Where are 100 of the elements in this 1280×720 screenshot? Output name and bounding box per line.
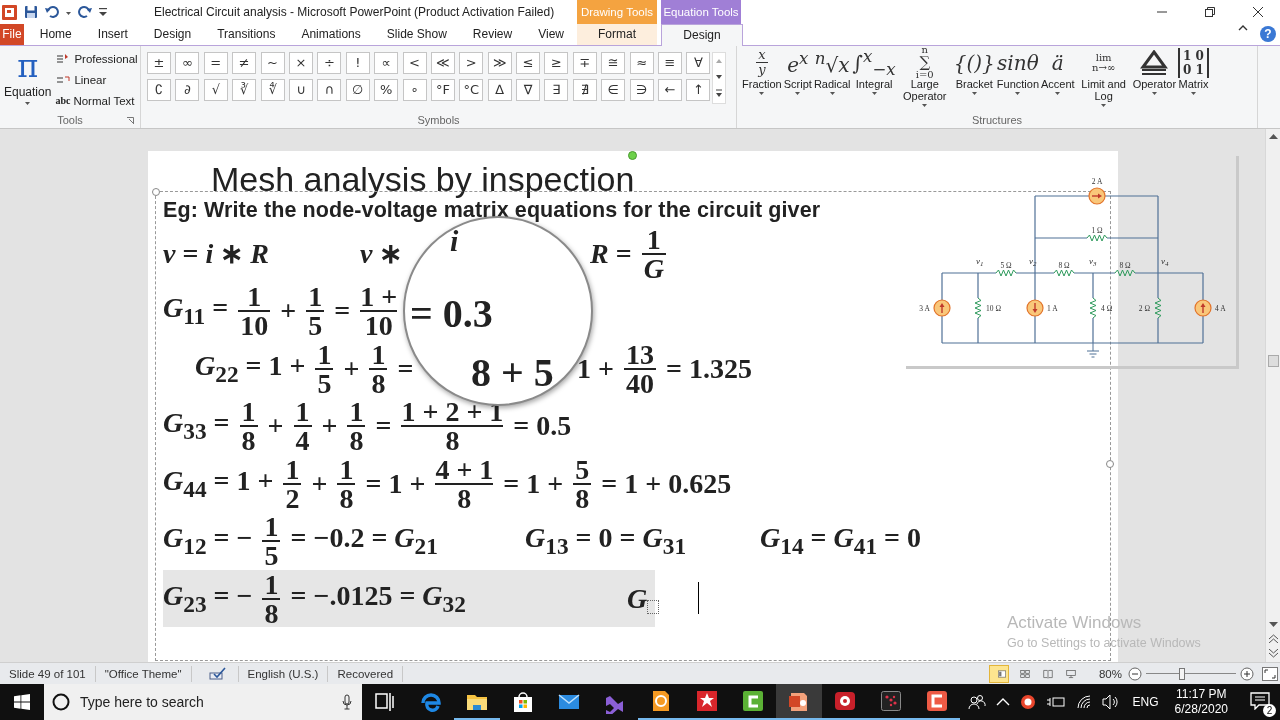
app-logo-icon[interactable] xyxy=(2,4,17,20)
structure-button[interactable]: Operator xyxy=(1131,47,1178,113)
wifi-icon[interactable] xyxy=(1075,695,1092,709)
battery-icon[interactable] xyxy=(1045,695,1066,709)
structure-button[interactable]: sinθ Function xyxy=(995,47,1040,113)
ribbon-tab[interactable]: File xyxy=(0,24,24,45)
ribbon-tab[interactable]: Slide Show xyxy=(373,24,460,45)
equation-format-option[interactable]: Linear xyxy=(55,69,138,90)
vertical-scrollbar[interactable] xyxy=(1265,128,1280,663)
resize-handle[interactable] xyxy=(152,187,160,196)
equation-button[interactable]: π Equation xyxy=(0,45,56,113)
close-icon[interactable] xyxy=(1252,6,1264,18)
zoom-in-icon[interactable] xyxy=(1240,666,1254,681)
zoom-level[interactable]: 80% xyxy=(1098,667,1122,680)
symbol-button[interactable]: ÷ xyxy=(317,51,342,74)
previous-slide-icon[interactable] xyxy=(1268,634,1278,644)
symbol-button[interactable]: ! xyxy=(345,51,370,74)
people-icon[interactable] xyxy=(967,694,986,710)
ribbon-tab[interactable]: Format xyxy=(577,24,657,45)
fit-to-window-icon[interactable] xyxy=(1262,666,1278,681)
symbol-button[interactable]: ∀ xyxy=(686,51,711,74)
search-bar[interactable]: Type here to search xyxy=(44,684,362,720)
customize-caret-icon[interactable] xyxy=(99,7,107,17)
clock-date[interactable]: 6/28/2020 xyxy=(1174,702,1228,717)
symbol-button[interactable]: ≥ xyxy=(544,51,569,74)
symbol-button[interactable]: ≡ xyxy=(658,51,683,74)
symbol-button[interactable]: % xyxy=(374,78,399,101)
zoom-out-icon[interactable] xyxy=(1128,666,1142,681)
symbol-button[interactable]: ∆ xyxy=(487,78,512,101)
ribbon-tab[interactable]: Insert xyxy=(84,24,141,45)
ribbon-tab[interactable]: Animations xyxy=(288,24,374,45)
symbol-button[interactable]: > xyxy=(459,51,484,74)
restore-icon[interactable] xyxy=(1204,6,1216,18)
ribbon-tab[interactable]: View xyxy=(525,24,577,45)
structure-button[interactable]: n ∑ i=0 Large Operator xyxy=(896,47,953,113)
symbol-button[interactable]: ∋ xyxy=(629,78,654,101)
symbol-button[interactable]: ∛ xyxy=(232,78,257,101)
placeholder-box[interactable] xyxy=(647,599,660,614)
save-icon[interactable] xyxy=(24,5,38,19)
structure-button[interactable]: x y Fraction xyxy=(741,47,783,113)
symbol-button[interactable]: ∈ xyxy=(601,78,626,101)
symbol-button[interactable]: ± xyxy=(147,51,171,74)
structure-button[interactable]: {()} Bracket xyxy=(952,47,996,113)
symbol-button[interactable]: ~ xyxy=(260,51,285,74)
dialog-launcher-icon[interactable] xyxy=(127,116,134,124)
ribbon-tab[interactable]: Home xyxy=(26,24,85,45)
windows-start-icon[interactable] xyxy=(14,694,30,710)
ring-app-icon[interactable] xyxy=(1019,694,1036,710)
help-button[interactable]: ? xyxy=(1260,26,1276,43)
resize-handle[interactable] xyxy=(1106,459,1114,468)
symbol-button[interactable]: ∃ xyxy=(544,78,569,101)
rotate-handle[interactable] xyxy=(628,150,637,160)
undo-icon[interactable] xyxy=(45,5,59,19)
symbol-button[interactable]: ≤ xyxy=(516,51,541,74)
symbol-button[interactable]: ∜ xyxy=(260,78,285,101)
collapse-ribbon-icon[interactable] xyxy=(1238,24,1248,31)
symbol-button[interactable]: √ xyxy=(203,78,228,101)
search-field[interactable]: Type here to search xyxy=(78,693,334,711)
structure-button[interactable]: 1 0 0 1 Matrix xyxy=(1177,47,1210,113)
symbol-button[interactable]: ≪ xyxy=(430,51,455,74)
symbol-button[interactable]: ∪ xyxy=(288,78,313,101)
symbol-button[interactable]: ≫ xyxy=(487,51,512,74)
symbol-button[interactable]: ∝ xyxy=(374,51,399,74)
spell-check-icon[interactable] xyxy=(208,666,227,681)
symbol-button[interactable]: °F xyxy=(430,78,455,101)
speaker-icon[interactable] xyxy=(1101,694,1120,710)
symbol-button[interactable]: ← xyxy=(658,78,683,101)
taskbar-button[interactable] xyxy=(776,684,822,720)
microphone-icon[interactable] xyxy=(342,694,352,710)
ribbon-tab[interactable]: Design xyxy=(140,24,205,45)
symbol-button[interactable]: ≠ xyxy=(232,51,257,74)
symbol-button[interactable]: ∩ xyxy=(317,78,342,101)
next-slide-icon[interactable] xyxy=(1268,649,1278,659)
symbol-button[interactable]: ∂ xyxy=(175,78,200,101)
symbol-button[interactable]: ≈ xyxy=(629,51,654,74)
structure-button[interactable]: ä Accent xyxy=(1040,47,1076,113)
structure-button[interactable]: $^{n}$√x Radical xyxy=(812,47,852,113)
input-language[interactable]: ENG xyxy=(1132,695,1159,709)
scroll-thumb[interactable] xyxy=(1267,354,1279,367)
ribbon-tab[interactable]: Review xyxy=(459,24,526,45)
structure-button[interactable]: lim n→∞ Limit and Log xyxy=(1075,47,1132,113)
symbol-button[interactable]: < xyxy=(402,51,427,74)
zoom-slider-thumb[interactable] xyxy=(1179,667,1185,680)
symbol-button[interactable]: ∘ xyxy=(402,78,427,101)
symbol-button[interactable]: ∓ xyxy=(572,51,597,74)
symbol-button[interactable]: ∞ xyxy=(175,51,200,74)
symbol-button[interactable]: °C xyxy=(459,78,484,101)
equation-format-option[interactable]: Professional xyxy=(55,48,138,69)
redo-icon[interactable] xyxy=(78,5,92,19)
symbol-button[interactable]: ↑ xyxy=(686,78,711,101)
symbol-button[interactable]: ∅ xyxy=(345,78,370,101)
structure-button[interactable]: e$^{x}$ Script xyxy=(782,47,813,113)
symbol-button[interactable]: ∁ xyxy=(147,78,171,101)
symbol-button[interactable]: × xyxy=(288,51,313,74)
symbol-button[interactable]: ∄ xyxy=(572,78,597,101)
equation-format-option[interactable]: abc Normal Text xyxy=(55,90,138,111)
scroll-down-icon[interactable] xyxy=(1268,622,1278,629)
symbol-button[interactable]: ∇ xyxy=(516,78,541,101)
view-button[interactable] xyxy=(988,664,1009,683)
symbol-button[interactable]: ≅ xyxy=(601,51,626,74)
